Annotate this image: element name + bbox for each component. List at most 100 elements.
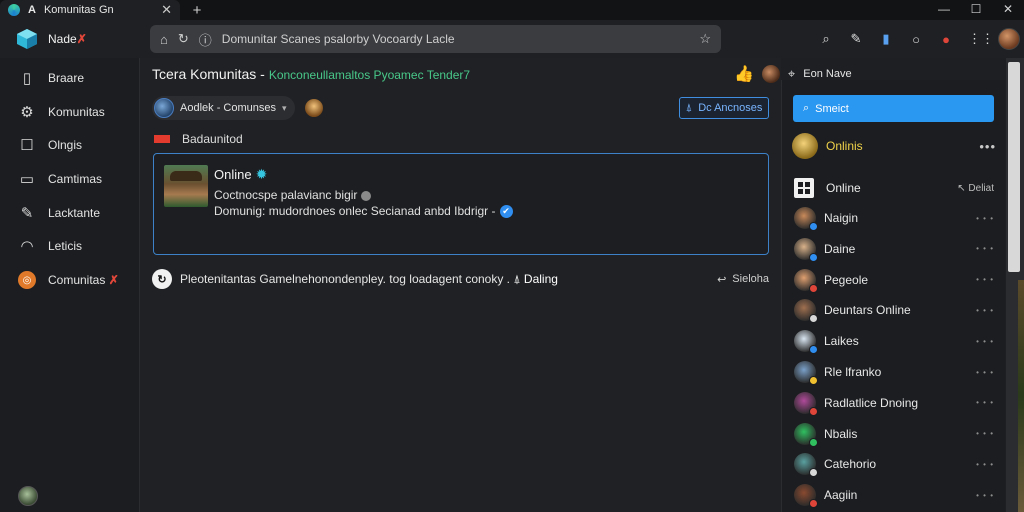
status-badge: [809, 437, 818, 447]
cube-logo-icon: [17, 29, 37, 49]
card-status: Online ✹: [214, 166, 268, 182]
search-button[interactable]: ⌕ Smeict: [793, 95, 994, 122]
user-name: Daine: [824, 241, 856, 256]
maximize-button[interactable]: ☐: [960, 0, 992, 20]
list-item[interactable]: Aagiin • • •: [794, 483, 994, 509]
brand-name: Nade✗: [48, 32, 87, 46]
community-logo-icon: ◎: [18, 271, 36, 289]
extension-icon[interactable]: ✎: [848, 31, 864, 47]
more-icon[interactable]: • • •: [976, 429, 994, 438]
browser-tab[interactable]: A Komunitas Gn ✕: [0, 0, 180, 20]
more-icon[interactable]: •••: [979, 139, 996, 154]
list-item[interactable]: Daine • • •: [794, 237, 994, 262]
featured-card[interactable]: Online ✹ Coctnocspe palavianc bigir Domu…: [153, 153, 769, 255]
more-icon[interactable]: • • •: [976, 460, 994, 469]
list-item[interactable]: Deuntars Online • • •: [794, 298, 994, 324]
more-icon[interactable]: • • •: [976, 491, 994, 500]
status-badge: [809, 252, 818, 262]
sidebar-item-label: Lacktante: [48, 206, 101, 220]
sidebar-item-comunitas[interactable]: ◎ Comunitas ✗: [18, 268, 136, 292]
tab-close-icon[interactable]: ✕: [161, 2, 172, 18]
top-user-name: Onlinis: [826, 139, 863, 153]
list-item[interactable]: Naigin • • •: [794, 206, 994, 231]
home-icon[interactable]: ⌂: [160, 32, 168, 47]
list-item[interactable]: Nbalis • • •: [794, 422, 994, 447]
status-badge: [809, 499, 818, 509]
list-item[interactable]: Rle lfranko • • •: [794, 360, 994, 385]
online-header: Online ↖ Deliat: [794, 178, 994, 198]
sidebar-item-komunitas[interactable]: ⚙ Komunitas: [18, 100, 136, 124]
user-name: Catehorio: [824, 457, 877, 472]
sidebar-item-camtimas[interactable]: ▭ Camtimas: [18, 167, 136, 191]
status-badge: [809, 314, 818, 324]
status-badge: [809, 283, 818, 293]
scrollbar-thumb[interactable]: [1008, 62, 1020, 272]
sidebar-item-braare[interactable]: ▯ Braare: [18, 66, 136, 90]
url-text[interactable]: Domunitar Scanes psalorby Vocoardy Lacle: [222, 32, 690, 46]
profile-avatar[interactable]: [998, 28, 1020, 50]
list-item[interactable]: Laikes • • •: [794, 329, 994, 355]
flag-icon: [154, 135, 170, 143]
announcements-button[interactable]: ⍋ Dc Ancnoses: [679, 97, 769, 119]
more-icon[interactable]: • • •: [976, 398, 994, 407]
list-item[interactable]: Radlatlice Dnoing • • •: [794, 391, 994, 416]
brand[interactable]: Nade✗: [0, 28, 140, 50]
avatar: [792, 133, 818, 159]
chevron-down-icon: ▾: [282, 102, 287, 113]
search-icon: ⌕: [803, 102, 810, 114]
header-right-label[interactable]: Eon Nave: [803, 68, 851, 80]
avatar: [794, 422, 818, 447]
top-user-row[interactable]: Onlinis •••: [792, 133, 996, 159]
user-name: Nbalis: [824, 426, 858, 441]
site-info-icon[interactable]: ⓘ: [199, 30, 212, 49]
search-icon[interactable]: ⌕: [818, 31, 834, 47]
sidebar-item-olngis[interactable]: ☐ Olngis: [18, 133, 136, 157]
star-icon[interactable]: ☆: [699, 31, 711, 47]
title-bar: A Komunitas Gn ✕ + — ☐ ✕: [0, 0, 1024, 20]
close-window-button[interactable]: ✕: [992, 0, 1024, 20]
online-action[interactable]: ↖ Deliat: [957, 183, 994, 194]
user-avatar[interactable]: [18, 486, 38, 506]
avatar: [794, 299, 818, 324]
minimize-button[interactable]: —: [928, 0, 960, 20]
more-icon[interactable]: • • •: [976, 306, 994, 315]
user-face-avatar[interactable]: [761, 65, 780, 83]
more-icon[interactable]: • • •: [976, 368, 994, 377]
status-badge: [809, 376, 818, 385]
more-icon[interactable]: • • •: [976, 275, 994, 284]
browser-toolbar: Nade✗ ⌂ ↻ ⓘ Domunitar Scanes psalorby Vo…: [0, 20, 1024, 58]
sidebar-item-label: Komunitas: [48, 105, 105, 119]
right-panel: ⌕ Smeict Onlinis ••• Online ↖ Deliat Nai…: [781, 80, 1005, 512]
avatar: [794, 391, 818, 416]
card-line-1: Coctnocspe palavianc bigir: [214, 188, 372, 202]
new-tab-button[interactable]: +: [186, 2, 208, 19]
more-icon[interactable]: • • •: [976, 214, 994, 223]
section-label: Badaunitod: [182, 132, 243, 146]
circle-icon[interactable]: ○: [908, 32, 924, 47]
emoji-icon[interactable]: [304, 99, 323, 117]
notice-action[interactable]: ⍋ Daling: [513, 272, 558, 286]
list-item[interactable]: Catehorio • • •: [794, 452, 994, 478]
status-badge: [809, 222, 818, 231]
window-controls: — ☐ ✕: [928, 0, 1024, 20]
avatar: [794, 237, 818, 262]
notice-row[interactable]: ↻ Pleotenitantas Gamelnehonondenpley. to…: [152, 268, 769, 290]
font-a-icon: A: [28, 4, 36, 16]
sidebar-item-lacktante[interactable]: ✎ Lacktante: [18, 201, 136, 225]
apps-grid-icon[interactable]: ⋮⋮: [968, 31, 994, 47]
left-sidebar: ▯ Braare ⚙ Komunitas ☐ Olngis ▭ Camtimas…: [0, 58, 140, 512]
address-bar[interactable]: ⌂ ↻ ⓘ Domunitar Scanes psalorby Vocoardy…: [150, 25, 721, 53]
notice-side[interactable]: ↩ Sieloha: [717, 273, 769, 286]
thumbs-up-icon[interactable]: 👍: [734, 64, 754, 84]
bookmark-icon[interactable]: ▮: [878, 31, 894, 47]
notification-icon[interactable]: ●: [938, 32, 954, 47]
community-selector[interactable]: Aodlek - Comunses ▾: [152, 96, 295, 120]
avatar: [794, 268, 818, 293]
more-icon[interactable]: • • •: [976, 337, 994, 346]
refresh-icon[interactable]: ↻: [178, 31, 189, 47]
community-selector-row: Aodlek - Comunses ▾: [152, 96, 323, 120]
more-icon[interactable]: • • •: [976, 244, 994, 253]
list-item[interactable]: Pegeole • • •: [794, 268, 994, 293]
user-name: Laikes: [824, 334, 859, 349]
sidebar-item-leticis[interactable]: ◠ Leticis: [18, 234, 136, 258]
